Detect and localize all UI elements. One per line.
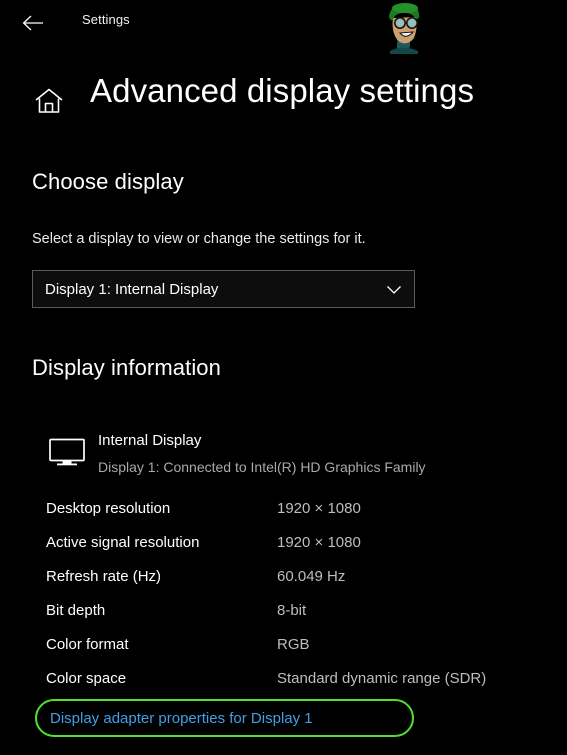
monitor-summary: Internal Display Display 1: Connected to…	[0, 428, 567, 482]
back-button[interactable]	[14, 6, 52, 40]
info-label: Color format	[46, 636, 129, 653]
table-row: Desktop resolution 1920 × 1080	[0, 500, 567, 534]
info-value: 1920 × 1080	[277, 534, 361, 551]
info-label: Desktop resolution	[46, 500, 171, 517]
info-value: 60.049 Hz	[277, 568, 346, 585]
table-row: Bit depth 8-bit	[0, 602, 567, 636]
display-adapter-properties-link[interactable]: Display adapter properties for Display 1	[35, 699, 414, 737]
title-bar: Settings	[0, 0, 567, 54]
page-header: Advanced display settings	[0, 72, 567, 130]
choose-display-description: Select a display to view or change the s…	[32, 231, 366, 247]
display-adapter-properties-label: Display adapter properties for Display 1	[50, 709, 313, 727]
chevron-down-icon	[386, 283, 402, 295]
home-icon[interactable]	[33, 86, 65, 116]
avatar[interactable]	[374, 2, 432, 54]
choose-display-heading: Choose display	[32, 169, 184, 194]
table-row: Refresh rate (Hz) 60.049 Hz	[0, 568, 567, 602]
display-information-heading: Display information	[32, 355, 221, 380]
table-row: Active signal resolution 1920 × 1080	[0, 534, 567, 568]
info-value: RGB	[277, 636, 310, 653]
monitor-name: Internal Display	[98, 432, 202, 449]
display-select-dropdown[interactable]: Display 1: Internal Display	[32, 270, 415, 308]
monitor-icon	[48, 437, 86, 467]
display-select-value: Display 1: Internal Display	[45, 280, 219, 298]
info-value: 8-bit	[277, 602, 307, 619]
app-title: Settings	[82, 12, 130, 27]
info-label: Color space	[46, 670, 127, 687]
display-info-table: Desktop resolution 1920 × 1080 Active si…	[0, 500, 567, 704]
info-value: Standard dynamic range (SDR)	[277, 670, 487, 687]
info-label: Refresh rate (Hz)	[46, 568, 162, 585]
monitor-subtitle: Display 1: Connected to Intel(R) HD Grap…	[98, 459, 426, 475]
info-label: Active signal resolution	[46, 534, 200, 551]
back-arrow-icon	[22, 15, 44, 31]
table-row: Color format RGB	[0, 636, 567, 670]
info-label: Bit depth	[46, 602, 106, 619]
page-title: Advanced display settings	[90, 72, 475, 109]
info-value: 1920 × 1080	[277, 500, 361, 517]
